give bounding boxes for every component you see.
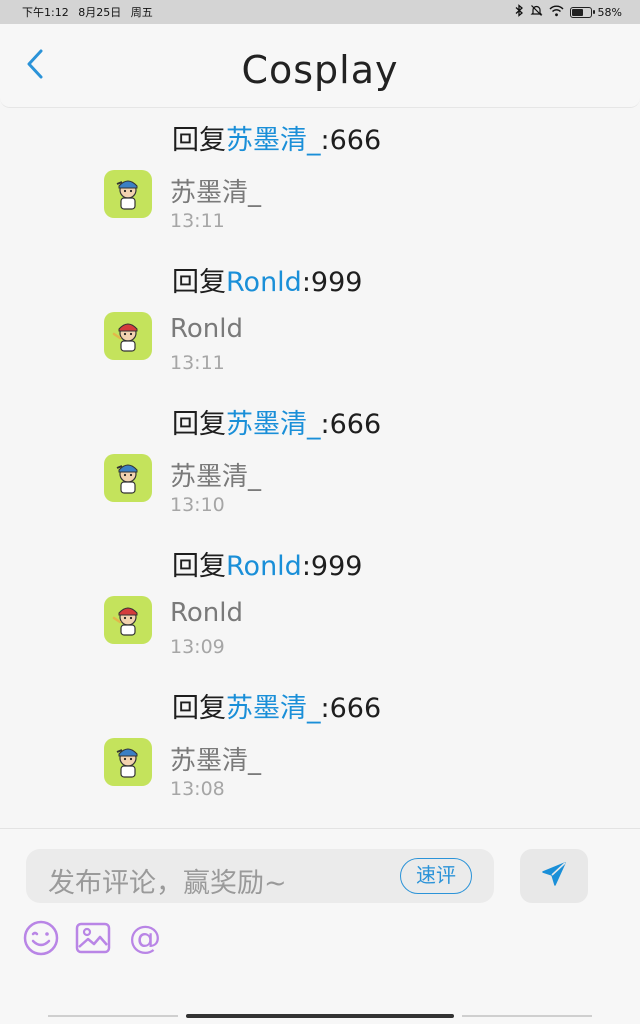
status-left: 下午1:12 8月25日 周五: [22, 4, 159, 20]
reply-content: :666: [320, 693, 382, 724]
reply-target-link[interactable]: 苏墨清_: [226, 125, 321, 156]
avatar-character-icon: [116, 180, 138, 210]
status-date: 8月25日: [78, 6, 122, 19]
avatar-character-icon: [112, 323, 138, 352]
comment-time: 13:09: [170, 636, 225, 658]
comment-time: 13:11: [170, 210, 225, 232]
avatar[interactable]: [104, 170, 152, 218]
user-name[interactable]: Ronld: [170, 598, 243, 628]
user-name[interactable]: 苏墨清_: [170, 172, 261, 209]
avatar-character-icon: [112, 607, 138, 636]
page-title: Cosplay: [241, 48, 399, 92]
comment-input[interactable]: 发布评论，赢奖励~ 速评: [26, 849, 494, 903]
reply-text: 回复Ronld:999: [172, 260, 362, 299]
wifi-icon: [549, 5, 564, 20]
input-toolbar: @: [22, 919, 164, 957]
avatar-character-icon: [116, 748, 138, 778]
reply-content: :666: [320, 125, 382, 156]
send-button[interactable]: [520, 849, 588, 903]
user-name[interactable]: 苏墨清_: [170, 456, 261, 493]
reply-prefix: 回复: [172, 551, 226, 582]
user-name[interactable]: 苏墨清_: [170, 740, 261, 777]
status-time: 下午1:12: [22, 6, 69, 19]
image-icon[interactable]: [74, 919, 112, 957]
status-right: 58%: [514, 4, 622, 20]
reply-target-link[interactable]: 苏墨清_: [226, 693, 321, 724]
reply-text: 回复苏墨清_:666: [172, 686, 381, 725]
comment-placeholder: 发布评论，赢奖励~: [48, 868, 287, 899]
reply-content: :999: [301, 551, 363, 582]
status-bar: 下午1:12 8月25日 周五 58%: [0, 0, 640, 24]
reply-target-link[interactable]: Ronld: [226, 551, 302, 582]
comment-list: 回复苏墨清_:666 苏墨清_ 13:11 回复Ronld:999 Ronld …: [0, 108, 640, 818]
header: Cosplay: [0, 24, 640, 108]
comment-item[interactable]: 回复苏墨清_:666 苏墨清_ 13:08: [0, 676, 640, 818]
avatar-character-icon: [116, 464, 138, 494]
avatar[interactable]: [104, 738, 152, 786]
reply-prefix: 回复: [172, 125, 226, 156]
bluetooth-icon: [514, 4, 524, 20]
reply-target-link[interactable]: Ronld: [226, 267, 302, 298]
comment-time: 13:11: [170, 352, 225, 374]
reply-content: :999: [301, 267, 363, 298]
comment-item[interactable]: 回复Ronld:999 Ronld 13:09: [0, 534, 640, 676]
comment-bar: 发布评论，赢奖励~ 速评 @: [0, 828, 640, 1024]
user-name[interactable]: Ronld: [170, 314, 243, 344]
reply-content: :666: [320, 409, 382, 440]
comment-item[interactable]: 回复苏墨清_:666 苏墨清_ 13:10: [0, 392, 640, 534]
reply-prefix: 回复: [172, 693, 226, 724]
reply-target-link[interactable]: 苏墨清_: [226, 409, 321, 440]
at-icon[interactable]: @: [126, 919, 164, 957]
avatar[interactable]: [104, 454, 152, 502]
home-indicator[interactable]: [186, 1014, 454, 1018]
reply-prefix: 回复: [172, 409, 226, 440]
svg-text:@: @: [129, 919, 161, 956]
emoji-icon[interactable]: [22, 919, 60, 957]
battery-percent: 58%: [597, 5, 622, 19]
battery-icon: [569, 6, 595, 18]
nav-line-left: [48, 1015, 178, 1017]
comment-item[interactable]: 回复Ronld:999 Ronld 13:11: [0, 250, 640, 392]
comment-time: 13:10: [170, 494, 225, 516]
nav-line-right: [462, 1015, 592, 1017]
reply-text: 回复苏墨清_:666: [172, 402, 381, 441]
comment-time: 13:08: [170, 778, 225, 800]
avatar[interactable]: [104, 312, 152, 360]
quick-comment-button[interactable]: 速评: [400, 858, 472, 894]
avatar[interactable]: [104, 596, 152, 644]
comment-item[interactable]: 回复苏墨清_:666 苏墨清_ 13:11: [0, 108, 640, 250]
reply-text: 回复Ronld:999: [172, 544, 362, 583]
status-weekday: 周五: [130, 6, 153, 19]
send-icon: [539, 859, 569, 893]
reply-text: 回复苏墨清_:666: [172, 118, 381, 157]
reply-prefix: 回复: [172, 267, 226, 298]
mute-icon: [530, 4, 543, 20]
